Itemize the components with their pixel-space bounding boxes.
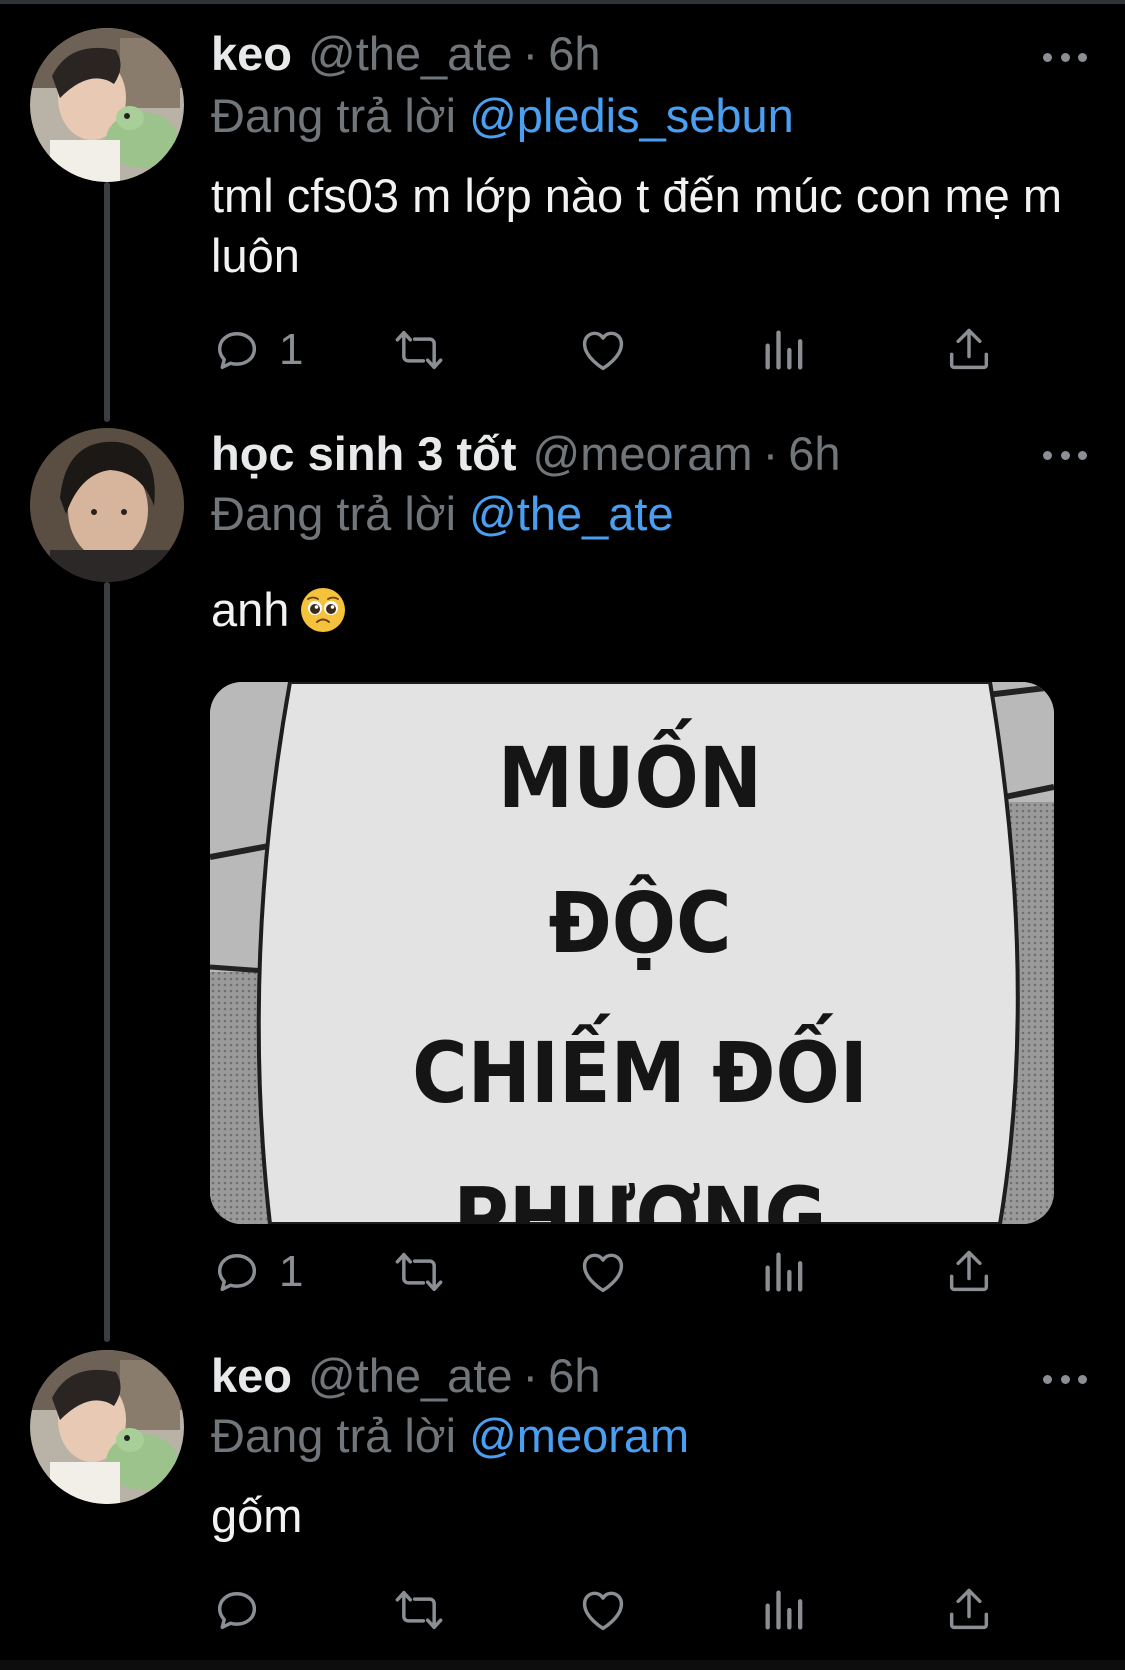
reply-button[interactable]: 1 xyxy=(211,1242,303,1302)
retweet-button[interactable] xyxy=(393,320,445,380)
reply-icon xyxy=(217,1254,257,1292)
media-line-4: PHƯƠNG xyxy=(453,1169,826,1224)
timestamp[interactable]: 6h xyxy=(548,1346,600,1406)
replying-to: Đang trả lời @meoram xyxy=(211,1406,689,1466)
share-button[interactable] xyxy=(943,1242,995,1302)
action-bar xyxy=(211,1580,1011,1640)
tweet-header: keo @the_ate · 6h xyxy=(211,24,1065,84)
tweet-3[interactable]: keo @the_ate · 6h Đang trả lời @meoram g… xyxy=(0,1349,1125,1660)
handle[interactable]: @the_ate xyxy=(308,1346,513,1406)
action-bar: 1 xyxy=(211,1242,1011,1302)
more-icon[interactable] xyxy=(1043,47,1087,67)
share-button[interactable] xyxy=(943,320,995,380)
tweet-text: tml cfs03 m lớp nào t đến múc con mẹ m l… xyxy=(211,169,1063,282)
tweet-1[interactable]: keo @the_ate · 6h Đang trả lời @pledis_s… xyxy=(0,0,1125,422)
retweet-icon xyxy=(395,330,443,370)
more-icon[interactable] xyxy=(1043,445,1087,465)
separator: · xyxy=(762,427,779,480)
share-icon xyxy=(949,1250,989,1292)
action-bar: 1 xyxy=(211,320,1011,380)
reply-count: 1 xyxy=(279,325,304,374)
mention-link[interactable]: @pledis_sebun xyxy=(469,89,794,142)
reply-count: 1 xyxy=(279,1247,304,1296)
views-icon xyxy=(765,1252,803,1292)
bottom-divider xyxy=(0,1660,1125,1670)
tweet-text-container: anh xyxy=(211,580,1071,640)
media-line-1: MUỐN xyxy=(498,718,762,827)
reply-button[interactable]: 1 xyxy=(211,320,303,380)
replying-to: Đang trả lời @pledis_sebun xyxy=(211,86,794,146)
reply-icon xyxy=(217,332,257,370)
retweet-icon xyxy=(395,1590,443,1630)
display-name[interactable]: học sinh 3 tốt xyxy=(211,424,517,484)
views-icon xyxy=(765,1590,803,1630)
tweet-header: keo @the_ate · 6h xyxy=(211,1346,1065,1406)
tweet-text: anh xyxy=(211,583,290,636)
heart-icon xyxy=(582,1253,624,1293)
retweet-button[interactable] xyxy=(393,1242,445,1302)
avatar[interactable] xyxy=(30,28,184,182)
reply-prefix: Đang trả lời xyxy=(211,89,457,142)
mention-link[interactable]: @the_ate xyxy=(469,487,674,540)
reply-icon xyxy=(217,1592,257,1630)
avatar[interactable] xyxy=(30,428,184,582)
avatar[interactable] xyxy=(30,1350,184,1504)
views-button[interactable] xyxy=(759,320,811,380)
handle[interactable]: @the_ate xyxy=(308,24,513,84)
display-name[interactable]: keo xyxy=(211,24,292,84)
timestamp[interactable]: 6h xyxy=(548,24,600,84)
reply-button[interactable] xyxy=(211,1580,279,1640)
like-button[interactable] xyxy=(577,1242,629,1302)
pleading-face-icon xyxy=(301,588,346,632)
separator: · xyxy=(522,27,539,80)
heart-icon xyxy=(582,331,624,371)
like-button[interactable] xyxy=(577,320,629,380)
timestamp[interactable]: 6h xyxy=(788,424,840,484)
share-icon xyxy=(949,328,989,370)
heart-icon xyxy=(582,1591,624,1631)
tweet-text: gốm xyxy=(211,1489,303,1542)
reply-prefix: Đang trả lời xyxy=(211,487,457,540)
separator: · xyxy=(522,1349,539,1402)
share-icon xyxy=(949,1588,989,1630)
replying-to: Đang trả lời @the_ate xyxy=(211,484,674,544)
mention-link[interactable]: @meoram xyxy=(469,1409,689,1462)
retweet-button[interactable] xyxy=(393,1580,445,1640)
media-line-2: ĐỘC xyxy=(548,873,731,972)
thread-connector xyxy=(104,182,110,422)
tweet-header: học sinh 3 tốt @meoram · 6h xyxy=(211,424,1065,484)
reply-prefix: Đang trả lời xyxy=(211,1409,457,1462)
share-button[interactable] xyxy=(943,1580,995,1640)
like-button[interactable] xyxy=(577,1580,629,1640)
views-icon xyxy=(765,330,803,370)
retweet-icon xyxy=(395,1252,443,1292)
views-button[interactable] xyxy=(759,1242,811,1302)
tweet-image[interactable]: MUỐN ĐỘC CHIẾM ĐỐI PHƯƠNG xyxy=(210,682,1054,1224)
views-button[interactable] xyxy=(759,1580,811,1640)
display-name[interactable]: keo xyxy=(211,1346,292,1406)
media-line-3: CHIẾM ĐỐI xyxy=(412,1013,868,1122)
thread-connector xyxy=(104,582,110,1342)
more-icon[interactable] xyxy=(1043,1369,1087,1389)
handle[interactable]: @meoram xyxy=(533,424,753,484)
tweet-2[interactable]: học sinh 3 tốt @meoram · 6h Đang trả lời… xyxy=(0,420,1125,1350)
